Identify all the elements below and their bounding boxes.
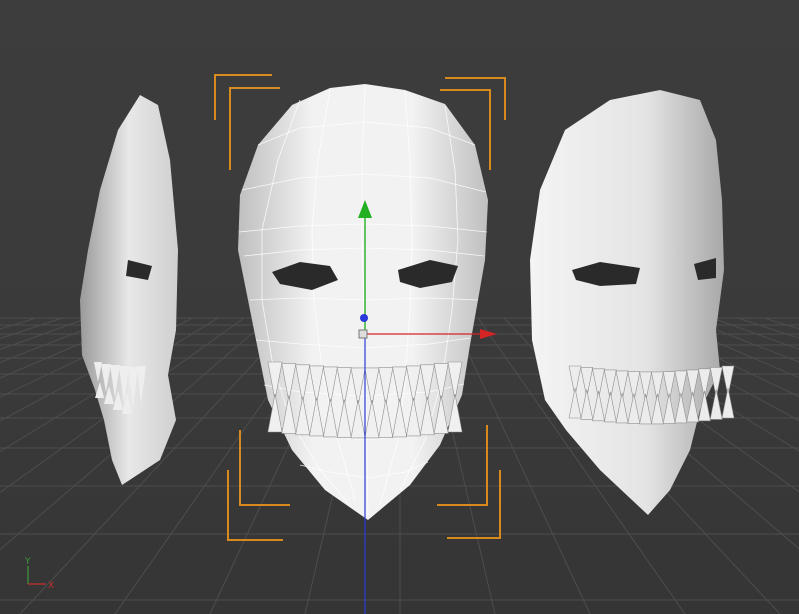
grid-line <box>0 317 63 339</box>
mask-side-surface <box>80 95 178 485</box>
selection-bracket <box>239 430 290 506</box>
grid-line <box>763 317 799 330</box>
grid-line <box>0 317 37 330</box>
orientation-x-label: X <box>48 581 54 591</box>
gizmo-pivot-icon[interactable] <box>358 329 368 339</box>
mask-three-quarter-surface <box>530 90 724 515</box>
grid-line <box>737 317 799 339</box>
tooth <box>721 387 735 419</box>
3d-viewport[interactable]: Y X <box>0 0 799 614</box>
mask-front-surface <box>238 84 488 520</box>
mask-side-left[interactable] <box>80 95 178 485</box>
mask-three-quarter[interactable] <box>530 90 735 515</box>
selection-bracket <box>214 74 272 120</box>
selection-bracket <box>445 77 506 120</box>
gizmo-center-handle[interactable] <box>360 314 368 322</box>
orientation-axes: Y X <box>24 557 54 591</box>
grid-line <box>711 317 799 350</box>
orientation-y-label: Y <box>24 557 31 567</box>
mask-front[interactable] <box>238 84 488 520</box>
viewport-canvas[interactable]: Y X <box>0 0 799 614</box>
selection-bracket <box>437 425 488 506</box>
gizmo-x-arrow-icon[interactable] <box>480 329 497 339</box>
grid-line <box>0 317 89 350</box>
